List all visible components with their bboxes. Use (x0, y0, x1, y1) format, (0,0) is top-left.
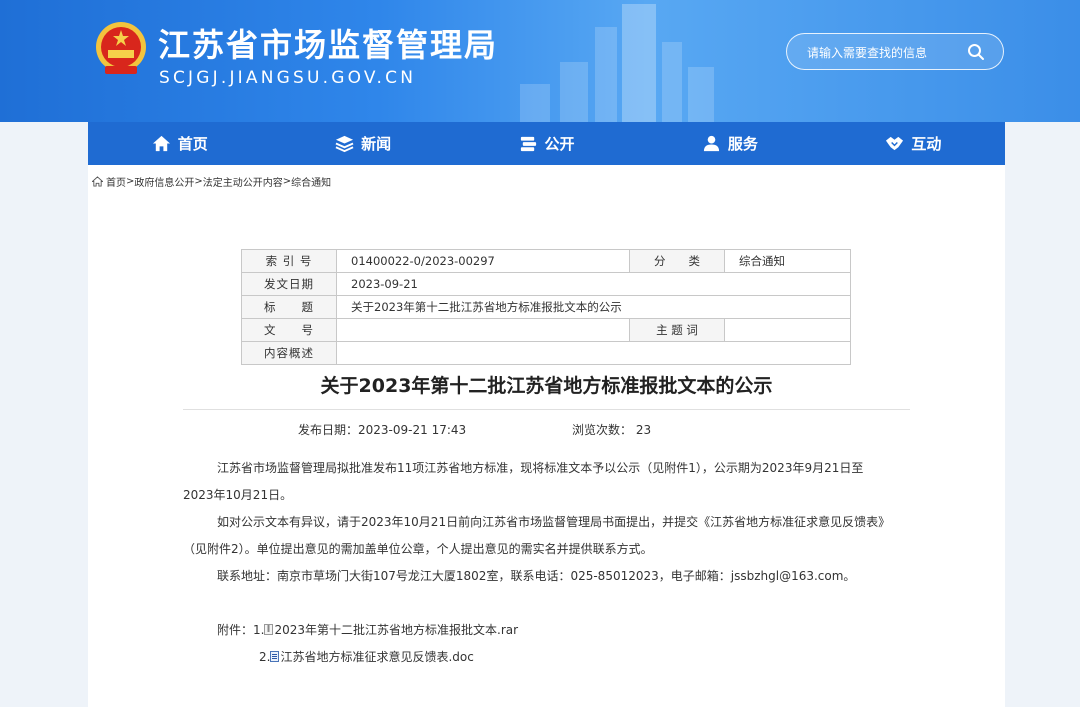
nav-item-open[interactable]: 公开 (455, 122, 638, 165)
skyline-building (520, 84, 550, 122)
category-label: 分 类 (629, 249, 725, 273)
rar-file-icon (264, 624, 274, 635)
attachment-link-rar[interactable]: 2023年第十二批江苏省地方标准报批文本.rar (274, 621, 518, 638)
home-icon (152, 135, 170, 152)
keywords-value (724, 318, 851, 342)
doc-no-label: 文 号 (241, 318, 337, 342)
users-icon (703, 135, 720, 152)
breadcrumb-link-gov-info[interactable]: 政府信息公开 (134, 174, 194, 189)
index-value: 01400022-0/2023-00297 (336, 249, 630, 273)
nav-item-service[interactable]: 服务 (638, 122, 821, 165)
skyline-building (688, 67, 714, 122)
view-count-value: 23 (635, 423, 652, 437)
publish-date-value: 2023-09-21 17:43 (358, 423, 467, 437)
category-value: 综合通知 (724, 249, 851, 273)
breadcrumb-separator: > (282, 176, 292, 187)
table-row: 标 题 关于2023年第十二批江苏省地方标准报批文本的公示 (241, 295, 851, 319)
nav-item-news[interactable]: 新闻 (271, 122, 454, 165)
paragraph-line: 江苏省市场监督管理局拟批准发布11项江苏省地方标准，现将标准文本予以公示（见附件… (217, 461, 864, 475)
table-row: 索 引 号 01400022-0/2023-00297 分 类 综合通知 (241, 249, 851, 273)
nav-item-label: 互动 (911, 135, 942, 153)
index-label: 索 引 号 (241, 249, 337, 273)
content-panel: 首页 > 政府信息公开 > 法定主动公开内容 > 综合通知 索 引 号 0140… (88, 165, 1005, 707)
paragraph-line: （见附件2）。单位提出意见的需加盖单位公章，个人提出意见的需实名并提供联系方式。 (183, 542, 653, 556)
title-divider (183, 409, 910, 410)
publish-date-label: 发布日期： (298, 423, 359, 437)
attachment-number: 1. (253, 622, 265, 637)
attachment-item: 2. 江苏省地方标准征求意见反馈表.doc (259, 648, 474, 665)
breadcrumb-separator: > (126, 176, 135, 187)
skyline-building (560, 62, 588, 122)
date-label: 发文日期 (241, 272, 337, 296)
article-paragraph: 江苏省市场监督管理局拟批准发布11项江苏省地方标准，现将标准文本予以公示（见附件… (183, 455, 910, 590)
doc-file-icon (270, 651, 280, 662)
main-nav: 首页 新闻 公开 服务 互动 (88, 122, 1005, 165)
summary-label: 内容概述 (241, 341, 337, 365)
handshake-icon (886, 136, 904, 151)
home-icon (92, 176, 103, 187)
national-emblem-icon (96, 22, 146, 74)
breadcrumb-separator: > (194, 176, 203, 187)
paragraph-line: 如对公示文本有异议，请于2023年10月21日前向江苏省市场监督管理局书面提出，… (217, 515, 891, 529)
keywords-label: 主 题 词 (629, 318, 725, 342)
nav-item-label: 首页 (177, 135, 208, 153)
article-title: 关于2023年第十二批江苏省地方标准报批文本的公示 (320, 375, 773, 397)
view-count-label: 浏览次数： (572, 423, 633, 437)
table-row: 发文日期 2023-09-21 (241, 272, 851, 296)
attachment-link-doc[interactable]: 江苏省地方标准征求意见反馈表.doc (280, 648, 473, 665)
header-banner: 江苏省市场监督管理局 SCJGJ.JIANGSU.GOV.CN (0, 0, 1080, 122)
metadata-table: 索 引 号 01400022-0/2023-00297 分 类 综合通知 发文日… (241, 249, 851, 365)
skyline-building (595, 27, 617, 122)
search-icon[interactable] (967, 43, 985, 61)
skyline-building (662, 42, 682, 122)
search-box[interactable] (786, 33, 1004, 70)
date-value: 2023-09-21 (336, 272, 851, 296)
publish-date: 发布日期：2023-09-21 17:43 (298, 421, 466, 438)
attachment-number: 2. (259, 649, 271, 664)
nav-item-home[interactable]: 首页 (88, 122, 271, 165)
title-label: 标 题 (241, 295, 337, 319)
summary-value (336, 341, 851, 365)
breadcrumb-link-home[interactable]: 首页 (106, 174, 126, 189)
breadcrumb-link-statutory[interactable]: 法定主动公开内容 (203, 174, 283, 189)
attachment-item: 附件： 1. 2023年第十二批江苏省地方标准报批文本.rar (217, 621, 518, 638)
book-stack-icon (520, 136, 536, 152)
table-row: 内容概述 (241, 341, 851, 365)
search-input[interactable] (805, 40, 969, 66)
site-title: 江苏省市场监督管理局 (158, 26, 499, 64)
paragraph-line: 2023年10月21日。 (183, 488, 293, 502)
nav-item-interact[interactable]: 互动 (822, 122, 1005, 165)
attachments-label: 附件： (217, 623, 254, 637)
title-value: 关于2023年第十二批江苏省地方标准报批文本的公示 (336, 295, 851, 319)
breadcrumb-link-notice[interactable]: 综合通知 (291, 174, 331, 189)
layers-icon (335, 135, 354, 153)
view-count: 浏览次数： 23 (572, 421, 651, 438)
breadcrumb: 首页 > 政府信息公开 > 法定主动公开内容 > 综合通知 (92, 174, 331, 189)
nav-item-label: 新闻 (361, 135, 392, 153)
doc-no-value (336, 318, 630, 342)
paragraph-line: 联系地址：南京市草场门大街107号龙江大厦1802室，联系电话：025-8501… (217, 569, 856, 583)
nav-item-label: 服务 (727, 135, 758, 153)
table-row: 文 号 主 题 词 (241, 318, 851, 342)
skyline-building (622, 4, 656, 122)
site-domain: SCJGJ.JIANGSU.GOV.CN (159, 68, 417, 88)
nav-item-label: 公开 (544, 135, 575, 153)
